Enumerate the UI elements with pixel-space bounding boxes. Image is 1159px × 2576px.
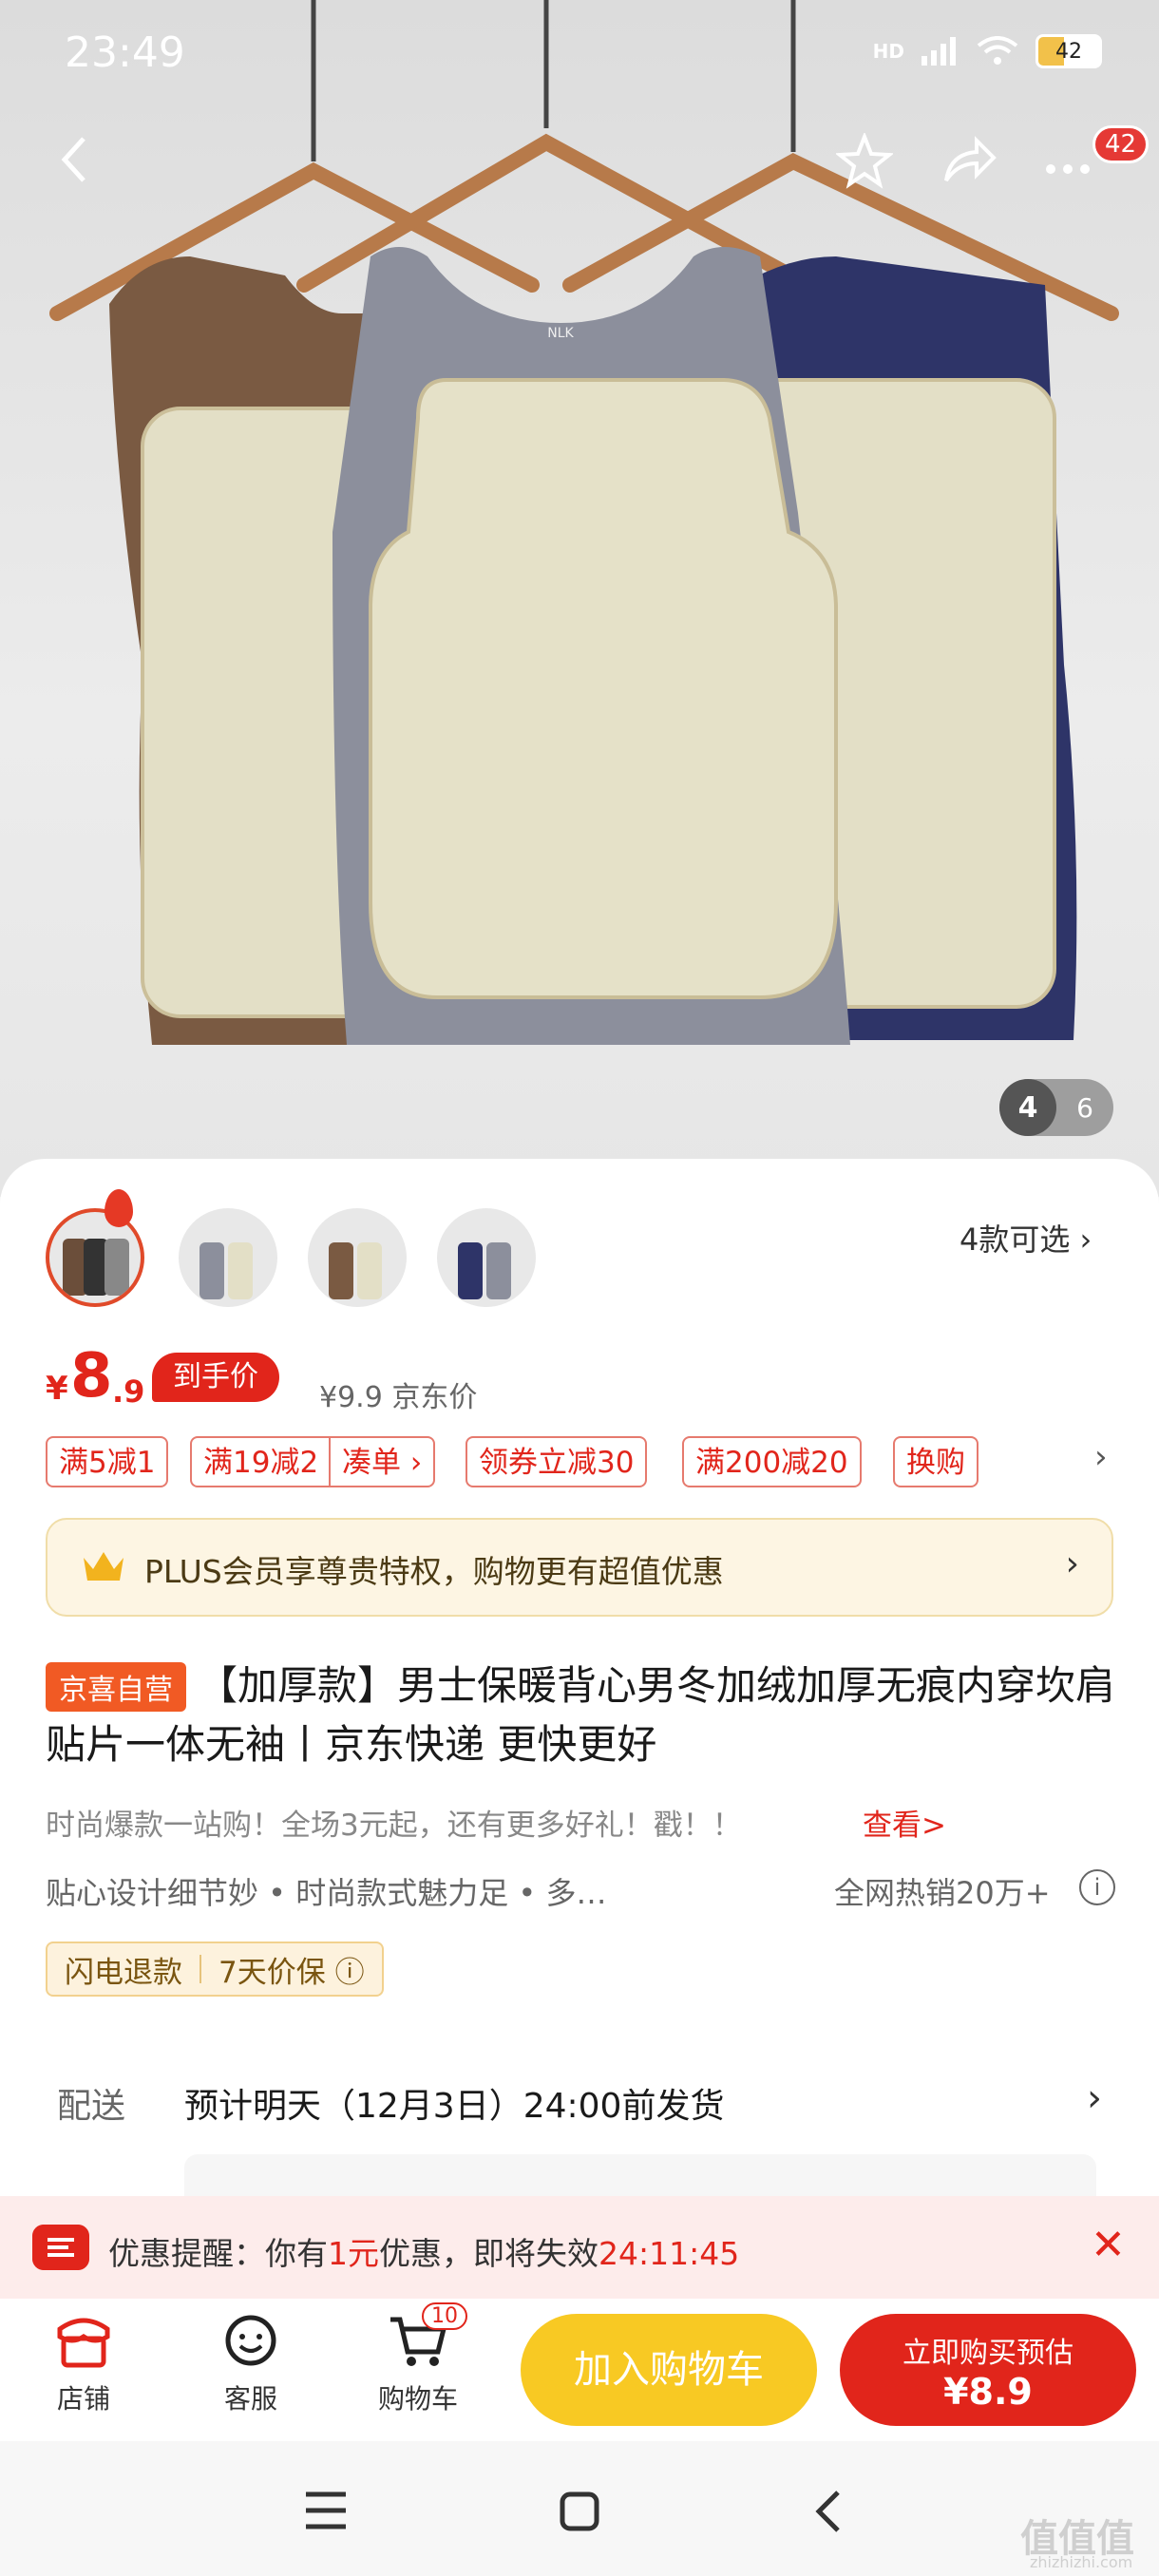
guarantee-item: 7天价保 ⓘ <box>218 1955 365 1990</box>
buy-now-price: ¥8.9 <box>943 2371 1033 2413</box>
delivery-label: 配送 <box>57 2087 126 2126</box>
more-icon[interactable] <box>1041 133 1098 186</box>
status-time: 23:49 <box>65 28 185 77</box>
hot-flame-icon <box>104 1189 133 1227</box>
service-guarantees[interactable]: 闪电退款 7天价保 ⓘ <box>46 1941 384 1997</box>
reminder-text: 优惠提醒：你有1元优惠，即将失效24:11:45 <box>108 2228 739 2274</box>
buy-now-button[interactable]: 立即购买预估 ¥8.9 <box>840 2314 1136 2426</box>
bottom-action-bar: 店铺 客服 购物车 10 加入购物车 立即购买预估 ¥8.9 <box>0 2299 1159 2441</box>
variant-thumb[interactable] <box>308 1208 407 1307</box>
coupon-icon <box>32 2225 89 2270</box>
sales-count: 全网热销20万+ <box>834 1875 1051 1911</box>
shop-icon <box>57 2318 110 2368</box>
price-decimal: .9 <box>112 1373 145 1410</box>
svg-text:NLK: NLK <box>547 326 574 341</box>
signal-icon <box>922 37 956 66</box>
jd-price: ¥9.9 京东价 <box>319 1381 478 1414</box>
variants-selector[interactable]: 4款可选 › <box>960 1216 1092 1260</box>
delivery-estimate: 预计明天（12月3日）24:00前发货 <box>184 2087 725 2126</box>
promo-link[interactable]: 查看> <box>863 1801 946 1844</box>
chevron-right-icon[interactable]: › <box>1094 1438 1108 1476</box>
share-icon[interactable] <box>940 133 998 186</box>
crown-icon <box>84 1552 124 1581</box>
guarantee-item: 闪电退款 <box>65 1955 182 1990</box>
network-label: HD <box>872 40 904 63</box>
final-price-tag: 到手价 <box>152 1353 279 1402</box>
cart-label: 购物车 <box>377 2383 458 2415</box>
system-nav-bar <box>0 2441 1159 2576</box>
product-title: 【加厚款】男士保暖背心男冬加绒加厚无痕内穿坎肩贴片一体无袖丨京东快递 更快更好 <box>46 1662 1116 1768</box>
status-icons: HD 42 <box>873 34 1102 68</box>
plus-banner-text: PLUS会员享尊贵特权，购物更有超值优惠 <box>144 1553 724 1590</box>
coupon-tag[interactable]: 满5减1 <box>46 1436 169 1487</box>
price-integer: 8 <box>70 1341 113 1411</box>
countdown-timer: 24:11:45 <box>598 2235 740 2272</box>
status-bar: 23:49 HD 42 <box>0 0 1159 104</box>
info-icon[interactable]: i <box>1079 1869 1115 1905</box>
customer-service-icon <box>225 2315 276 2366</box>
shop-button[interactable]: 店铺 <box>27 2308 141 2416</box>
image-index: 4 <box>999 1079 1056 1136</box>
back-arrow-icon[interactable] <box>55 133 93 186</box>
watermark-url: zhizhizhi.com <box>1030 2553 1133 2571</box>
variant-thumb[interactable] <box>179 1208 277 1307</box>
notification-badge: 42 <box>1092 125 1150 163</box>
reminder-prefix: 优惠提醒：你有 <box>108 2235 328 2272</box>
variant-thumb[interactable] <box>437 1208 536 1307</box>
variant-thumb-selected[interactable] <box>46 1208 144 1307</box>
add-on-order-link[interactable]: 凑单 › <box>329 1436 436 1487</box>
home-icon[interactable] <box>557 2489 602 2534</box>
reminder-mid: 优惠，即将失效 <box>379 2235 598 2272</box>
image-counter: 4 6 <box>999 1079 1113 1136</box>
promo-text: 时尚爆款一站购！全场3元起，还有更多好礼！戳！！ <box>46 1809 742 1843</box>
battery-level: 42 <box>1055 39 1082 64</box>
service-button[interactable]: 客服 <box>194 2308 308 2416</box>
chevron-right-icon: › <box>1065 1544 1079 1583</box>
price-symbol: ¥ <box>46 1370 68 1408</box>
back-icon[interactable] <box>809 2489 847 2534</box>
service-label: 客服 <box>223 2383 277 2415</box>
coupon-tag[interactable]: 领券立减30 <box>466 1436 648 1487</box>
chevron-right-icon: › <box>1087 2076 1102 2120</box>
close-icon[interactable]: ✕ <box>1091 2221 1126 2269</box>
add-to-cart-button[interactable]: 加入购物车 <box>521 2314 817 2426</box>
plus-member-banner[interactable]: PLUS会员享尊贵特权，购物更有超值优惠 › <box>46 1518 1113 1617</box>
battery-icon: 42 <box>1036 34 1102 68</box>
coupon-tag[interactable]: 满19减2 <box>190 1436 331 1487</box>
shop-label: 店铺 <box>56 2383 110 2415</box>
buy-now-label: 立即购买预估 <box>902 2337 1074 2370</box>
coupon-tag[interactable]: 满200减20 <box>682 1436 862 1487</box>
menu-icon[interactable] <box>302 2489 350 2532</box>
reminder-amount: 1元 <box>328 2235 379 2272</box>
cart-button[interactable]: 购物车 10 <box>361 2302 475 2416</box>
wifi-icon <box>977 36 1018 65</box>
cart-count-badge: 10 <box>422 2302 467 2330</box>
coupon-reminder-bar[interactable]: 优惠提醒：你有1元优惠，即将失效24:11:45 ✕ <box>0 2196 1159 2299</box>
coupon-tag[interactable]: 换购 <box>893 1436 978 1487</box>
feature-highlights[interactable]: 贴心设计细节妙 • 时尚款式魅力足 • 多… <box>46 1869 606 1913</box>
star-icon[interactable] <box>836 133 893 190</box>
image-total: 6 <box>1076 1091 1093 1124</box>
